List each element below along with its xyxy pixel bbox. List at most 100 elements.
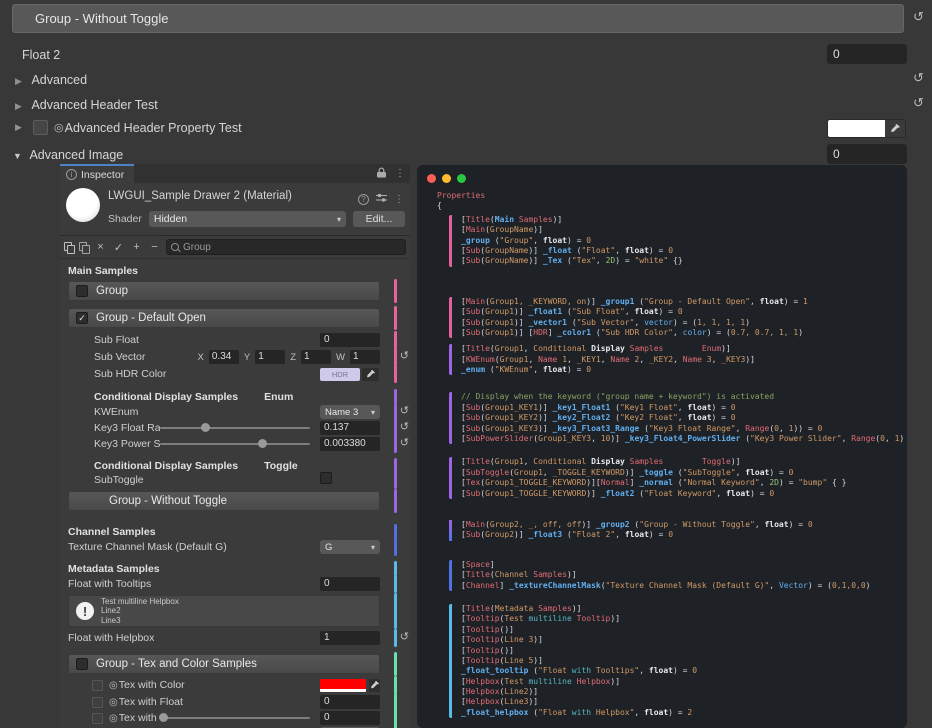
code-block-1: [Main(Group1, _KEYWORD, on)] _group1 ("G… bbox=[449, 297, 903, 339]
row-group: Group bbox=[60, 280, 410, 302]
slider-track-key3-float-range[interactable] bbox=[160, 427, 310, 429]
search-input[interactable]: Group bbox=[166, 239, 406, 255]
reset-icon[interactable]: ↺ bbox=[913, 71, 924, 84]
property-label: Float with Helpbox bbox=[68, 632, 320, 644]
collapse-icon[interactable]: × bbox=[94, 241, 107, 253]
axis-field-y[interactable]: 1 bbox=[255, 350, 285, 364]
shader-dropdown[interactable]: Hidden ▾ bbox=[149, 211, 346, 227]
code-line: [Sub(Group1)] _vector1 ("Sub Vector", ve… bbox=[461, 318, 903, 328]
texture-thumbnail[interactable] bbox=[92, 713, 103, 724]
header-color-field[interactable] bbox=[827, 119, 906, 138]
lock-icon[interactable] bbox=[377, 165, 387, 183]
code-line: Properties bbox=[437, 191, 903, 201]
code-line: [Tex(Group1_TOGGLE_KEYWORD)][Normal] _no… bbox=[461, 478, 903, 488]
reset-icon[interactable]: ↺ bbox=[400, 421, 409, 434]
checkbox-subtoggle[interactable] bbox=[320, 472, 332, 484]
slider-value-field[interactable]: 0 bbox=[320, 711, 380, 725]
reset-icon[interactable]: ↺ bbox=[400, 405, 409, 418]
axis-field-w[interactable]: 1 bbox=[350, 350, 380, 364]
kebab-icon[interactable]: ⋮ bbox=[395, 168, 405, 179]
group-checkbox[interactable] bbox=[76, 285, 88, 297]
hdr-color-field[interactable]: HDR bbox=[320, 368, 380, 381]
circle-dot-icon: ◎ bbox=[109, 713, 118, 724]
advanced-image-foldout[interactable]: ▼ Advanced Image bbox=[13, 146, 123, 164]
code-line: [Sub(GroupName)] _float ("Float", float)… bbox=[461, 246, 903, 256]
paste-icon[interactable] bbox=[79, 242, 89, 253]
remove-icon[interactable]: − bbox=[148, 241, 161, 253]
caret-down-icon: ▾ bbox=[371, 408, 375, 417]
color-swatch[interactable] bbox=[320, 679, 366, 692]
row-tex-with-float: ◎Tex with Float0 bbox=[60, 694, 410, 710]
group-without-toggle-header[interactable]: Group - Without Toggle bbox=[12, 4, 904, 33]
eyedropper-icon[interactable] bbox=[362, 368, 379, 381]
axis-field-z[interactable]: 1 bbox=[301, 350, 331, 364]
code-block-5: [Main(Group2, _, off, off)] _group2 ("Gr… bbox=[449, 520, 903, 541]
dropdown-kwenum[interactable]: Name 3▾ bbox=[320, 405, 380, 419]
close-icon[interactable] bbox=[427, 174, 436, 183]
advanced-image-field[interactable]: 0 bbox=[827, 144, 907, 164]
group-checkbox[interactable]: ✓ bbox=[76, 312, 88, 324]
kebab-icon[interactable]: ⋮ bbox=[394, 194, 404, 205]
color-swatch-alpha bbox=[320, 689, 366, 692]
section-label: Metadata Samples bbox=[68, 563, 160, 575]
float2-field[interactable]: 0 bbox=[827, 44, 907, 64]
reset-icon[interactable]: ↺ bbox=[400, 437, 409, 450]
slider-track-key3-power-slider[interactable] bbox=[160, 443, 310, 445]
presets-icon[interactable] bbox=[376, 190, 387, 208]
material-preview-sphere[interactable] bbox=[66, 188, 100, 222]
row-key3-power-slider: Key3 Power Slider0.003380↺ bbox=[60, 436, 410, 452]
check-icon[interactable]: ✓ bbox=[112, 241, 125, 254]
reset-icon[interactable]: ↺ bbox=[913, 96, 924, 109]
maximize-icon[interactable] bbox=[457, 174, 466, 183]
eyedropper-icon[interactable] bbox=[885, 120, 905, 137]
float-field-sub-float[interactable]: 0 bbox=[320, 333, 380, 347]
row-main-samples: Main Samples bbox=[60, 264, 410, 277]
hdr-color-swatch[interactable]: HDR bbox=[320, 368, 360, 381]
slider-handle[interactable] bbox=[159, 713, 168, 722]
slider-handle[interactable] bbox=[201, 423, 210, 432]
header-checkbox[interactable] bbox=[33, 120, 48, 135]
group-checkbox[interactable] bbox=[76, 658, 88, 670]
slider-value-field[interactable]: 0.137 bbox=[320, 421, 380, 435]
color-swatch-white[interactable] bbox=[828, 120, 885, 137]
group-header-group-tex-and-color-samples[interactable]: Group - Tex and Color Samples bbox=[68, 654, 380, 674]
group-header-group-without-toggle[interactable]: Group - Without Toggle bbox=[68, 491, 380, 511]
reset-icon[interactable]: ↺ bbox=[400, 350, 409, 363]
slider-handle[interactable] bbox=[258, 439, 267, 448]
slider-track-tex-with-range[interactable] bbox=[160, 717, 310, 719]
code-line: [Tooltip(Line 5)] bbox=[461, 656, 903, 666]
eyedropper-icon[interactable] bbox=[369, 679, 380, 692]
advanced-header-test-foldout[interactable]: ▶ Advanced Header Test bbox=[15, 96, 158, 114]
float-field-float-with-helpbox[interactable]: 1 bbox=[320, 631, 380, 645]
row-conditional-display-samples: Conditional Display SamplesEnum bbox=[60, 390, 410, 403]
minimize-icon[interactable] bbox=[442, 174, 451, 183]
property-label: Float with Tooltips bbox=[68, 578, 320, 590]
dropdown-texture-channel-mask-default-g[interactable]: G▾ bbox=[320, 540, 380, 554]
reset-icon[interactable]: ↺ bbox=[913, 10, 924, 23]
help-icon[interactable]: ? bbox=[358, 194, 369, 205]
material-header: LWGUI_Sample Drawer 2 (Material) ? ⋮ Sha… bbox=[60, 183, 410, 236]
color-field[interactable] bbox=[320, 679, 380, 692]
edit-shader-button[interactable]: Edit... bbox=[353, 211, 405, 227]
float-field-float-with-tooltips[interactable]: 0 bbox=[320, 577, 380, 591]
tab-inspector[interactable]: i Inspector bbox=[60, 164, 134, 183]
group-header-group[interactable]: Group bbox=[68, 281, 380, 301]
add-icon[interactable]: + bbox=[130, 241, 143, 253]
float-field-tex-with-float[interactable]: 0 bbox=[320, 695, 380, 709]
copy-icon[interactable] bbox=[64, 242, 74, 253]
advanced-header-property-test-foldout[interactable]: ▶ ◎ Advanced Header Property Test bbox=[15, 120, 242, 135]
helpbox-line: Line3 bbox=[101, 616, 179, 626]
shader-source-code[interactable]: Properties{[Title(Main Samples)][Main(Gr… bbox=[437, 191, 903, 728]
property-label: Tex with Range bbox=[119, 712, 160, 724]
texture-thumbnail[interactable] bbox=[92, 680, 103, 691]
advanced-foldout[interactable]: ▶ Advanced bbox=[15, 71, 87, 89]
vector-fields: X0.34Y1Z1W1 bbox=[198, 350, 380, 364]
group-header-group-default-open[interactable]: ✓Group - Default Open bbox=[68, 308, 380, 328]
code-line: [Sub(Group1_KEY2)] _key2_Float2 ("Key2 F… bbox=[461, 413, 903, 423]
reset-icon[interactable]: ↺ bbox=[400, 631, 409, 644]
axis-field-x[interactable]: 0.34 bbox=[209, 350, 239, 364]
slider-value-field[interactable]: 0.003380 bbox=[320, 437, 380, 451]
code-line: [Sub(Group2)] _float3 ("Float 2", float)… bbox=[461, 530, 903, 540]
texture-thumbnail[interactable] bbox=[92, 697, 103, 708]
property-label: SubToggle bbox=[94, 474, 320, 486]
